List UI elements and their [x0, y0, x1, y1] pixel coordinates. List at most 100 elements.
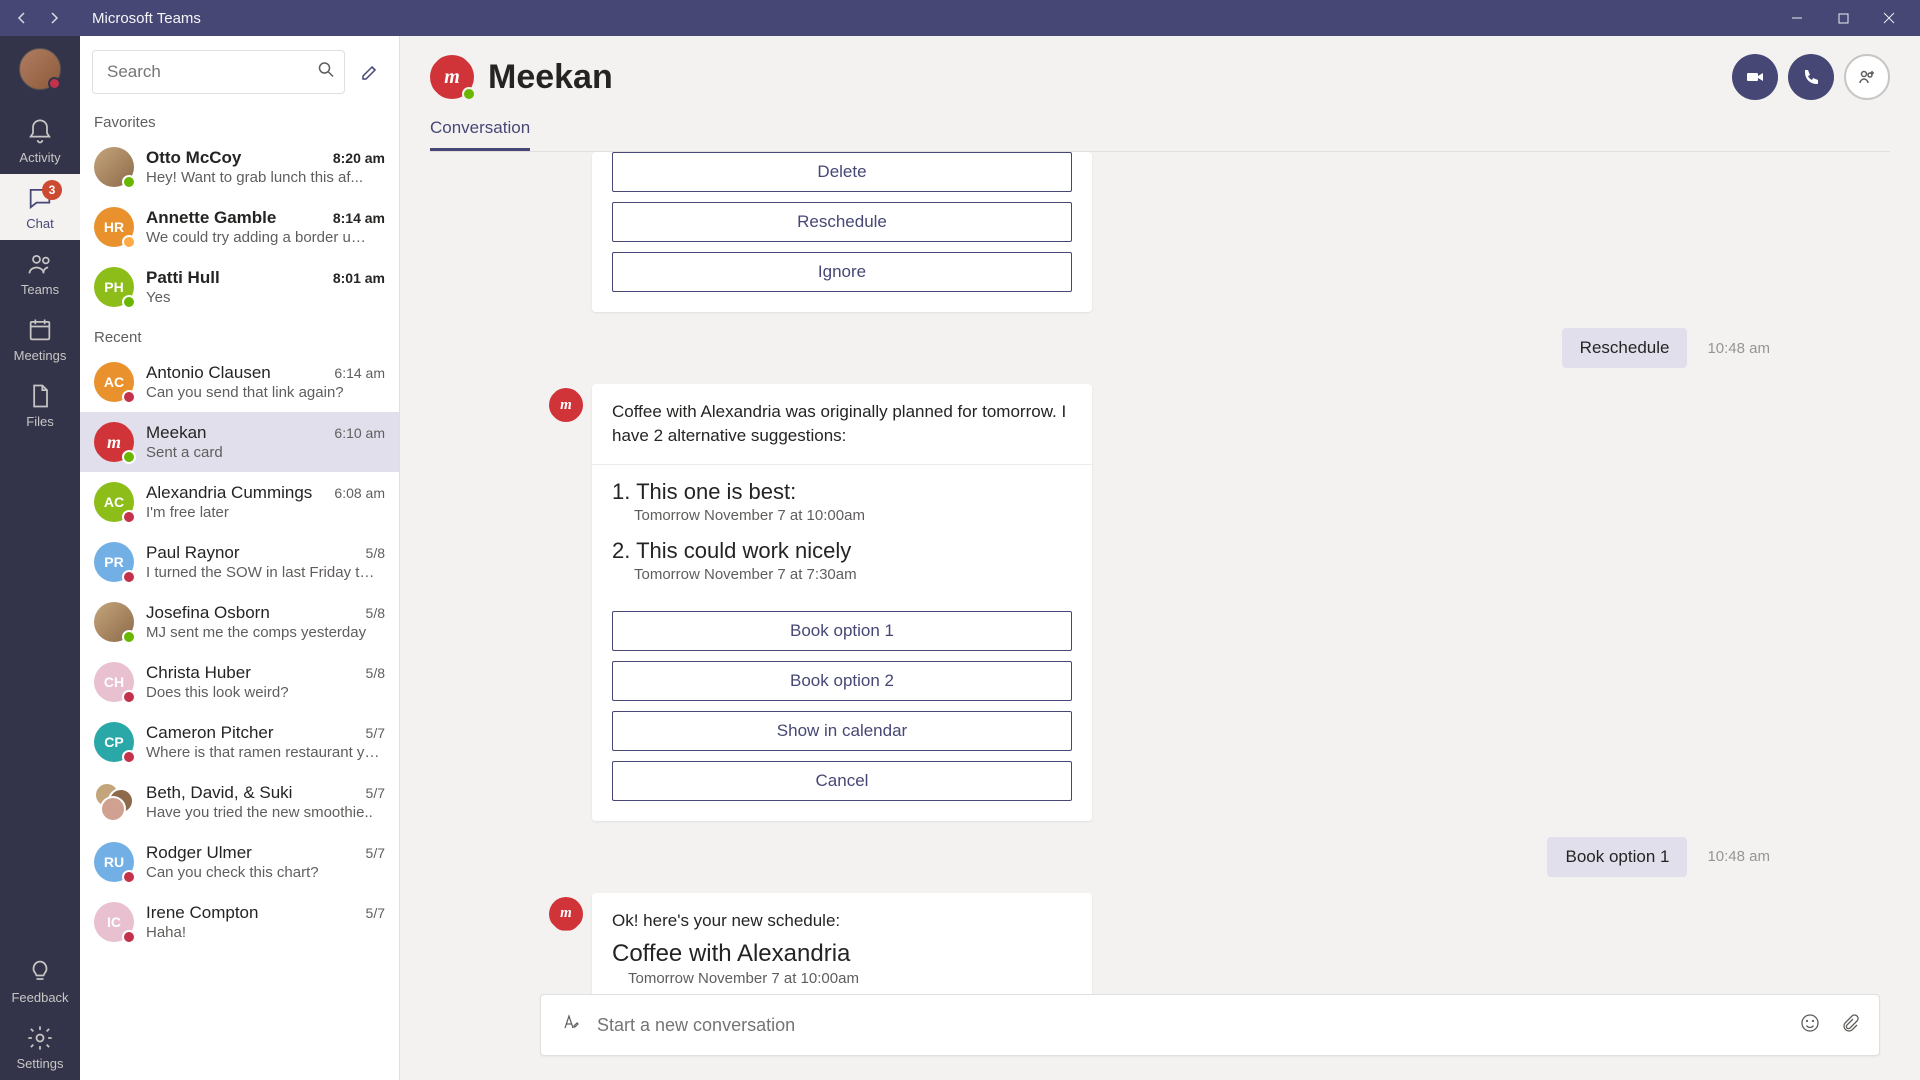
rail-label: Chat [26, 216, 53, 231]
chat-list-item[interactable]: Beth, David, & Suki5/7Have you tried the… [80, 772, 399, 832]
reschedule-button[interactable]: Reschedule [612, 202, 1072, 242]
gear-icon [26, 1024, 54, 1052]
chat-preview: Can you check this chart? [146, 864, 385, 881]
paperclip-icon [1839, 1012, 1861, 1034]
bot-card-suggestions: Coffee with Alexandria was originally pl… [592, 384, 1092, 821]
me-avatar[interactable] [19, 48, 61, 90]
rail-label: Feedback [11, 990, 68, 1005]
reply-text: Reschedule [1562, 328, 1688, 368]
chat-time: 8:01 am [333, 270, 385, 286]
show-in-calendar-button[interactable]: Show in calendar [612, 711, 1072, 751]
chat-name: Christa Huber [146, 663, 251, 683]
chat-list-item[interactable]: PHPatti Hull8:01 amYes [80, 257, 399, 317]
rail-files[interactable]: Files [0, 372, 80, 438]
avatar: PR [94, 542, 134, 582]
rail-activity[interactable]: Activity [0, 108, 80, 174]
cancel-button[interactable]: Cancel [612, 761, 1072, 801]
chat-name: Beth, David, & Suki [146, 783, 292, 803]
rail-chat[interactable]: 3 Chat [0, 174, 80, 240]
chat-list-item[interactable]: CHChrista Huber5/8Does this look weird? [80, 652, 399, 712]
reply-time: 10:48 am [1707, 340, 1770, 357]
chat-name: Josefina Osborn [146, 603, 270, 623]
option-2-time: Tomorrow November 7 at 7:30am [612, 566, 1072, 583]
book-option-1-button[interactable]: Book option 1 [612, 611, 1072, 651]
window-maximize[interactable] [1820, 0, 1866, 36]
recent-label: Recent [80, 317, 399, 352]
window-close[interactable] [1866, 0, 1912, 36]
chat-time: 5/8 [366, 665, 385, 681]
chat-list-item[interactable]: CPCameron Pitcher5/7Where is that ramen … [80, 712, 399, 772]
add-people-button[interactable] [1844, 54, 1890, 100]
nav-back[interactable] [8, 4, 36, 32]
app-title: Microsoft Teams [92, 10, 201, 27]
format-button[interactable] [559, 1012, 581, 1039]
emoji-icon [1799, 1012, 1821, 1034]
bell-icon [26, 118, 54, 146]
nav-forward[interactable] [40, 4, 68, 32]
option-1-title: 1. This one is best: [612, 479, 1072, 505]
chat-list-item[interactable]: ACAntonio Clausen6:14 amCan you send tha… [80, 352, 399, 412]
conversation-panel: m Meekan Conversation Dele [400, 36, 1920, 1080]
chat-preview: Haha! [146, 924, 385, 941]
titlebar: Microsoft Teams [0, 0, 1920, 36]
window-minimize[interactable] [1774, 0, 1820, 36]
chat-preview: Hey! Want to grab lunch this af... [146, 169, 385, 186]
format-icon [559, 1012, 581, 1034]
chat-list-item[interactable]: HRAnnette Gamble8:14 amWe could try addi… [80, 197, 399, 257]
chat-name: Paul Raynor [146, 543, 240, 563]
delete-button[interactable]: Delete [612, 152, 1072, 192]
ignore-button[interactable]: Ignore [612, 252, 1072, 292]
avatar: PH [94, 267, 134, 307]
teams-icon [26, 250, 54, 278]
chat-name: Annette Gamble [146, 208, 276, 228]
chat-preview: Have you tried the new smoothie.. [146, 804, 385, 821]
chat-name: Otto McCoy [146, 148, 241, 168]
rail-meetings[interactable]: Meetings [0, 306, 80, 372]
chat-list-item[interactable]: mMeekan6:10 amSent a card [80, 412, 399, 472]
avatar [94, 147, 134, 187]
tab-conversation[interactable]: Conversation [430, 110, 530, 151]
chat-preview: Sent a card [146, 444, 385, 461]
chat-preview: Where is that ramen restaurant yo… [146, 744, 385, 761]
chat-list-panel: Favorites Otto McCoy8:20 amHey! Want to … [80, 36, 400, 1080]
avatar: AC [94, 482, 134, 522]
rail-settings[interactable]: Settings [0, 1014, 80, 1080]
emoji-button[interactable] [1799, 1012, 1821, 1039]
chat-name: Antonio Clausen [146, 363, 271, 383]
video-call-button[interactable] [1732, 54, 1778, 100]
chat-name: Meekan [146, 423, 206, 443]
favorites-label: Favorites [80, 102, 399, 137]
compose-button[interactable] [353, 55, 387, 89]
chat-list-item[interactable]: Josefina Osborn5/8MJ sent me the comps y… [80, 592, 399, 652]
chat-time: 6:10 am [334, 425, 385, 441]
chat-list-item[interactable]: PRPaul Raynor5/8I turned the SOW in last… [80, 532, 399, 592]
chat-list-item[interactable]: RURodger Ulmer5/7Can you check this char… [80, 832, 399, 892]
calendar-icon [26, 316, 54, 344]
rail-label: Meetings [14, 348, 67, 363]
chat-preview: I turned the SOW in last Friday t… [146, 564, 385, 581]
app-rail: Activity 3 Chat Teams Meetings Files Fee… [0, 36, 80, 1080]
schedule-time: Tomorrow November 7 at 10:00am [592, 970, 1092, 994]
composer-input[interactable] [597, 1015, 1783, 1036]
chat-list-item[interactable]: ICIrene Compton5/7Haha! [80, 892, 399, 952]
chat-preview: I'm free later [146, 504, 385, 521]
lightbulb-icon [26, 958, 54, 986]
chat-preview: Yes [146, 289, 385, 306]
rail-feedback[interactable]: Feedback [0, 948, 80, 1014]
avatar: AC [94, 362, 134, 402]
chat-list-item[interactable]: Otto McCoy8:20 amHey! Want to grab lunch… [80, 137, 399, 197]
reply-text: Book option 1 [1547, 837, 1687, 877]
chat-list-item[interactable]: ACAlexandria Cummings6:08 amI'm free lat… [80, 472, 399, 532]
rail-label: Settings [17, 1056, 64, 1071]
rail-label: Activity [19, 150, 60, 165]
chat-name: Rodger Ulmer [146, 843, 252, 863]
attach-button[interactable] [1839, 1012, 1861, 1039]
book-option-2-button[interactable]: Book option 2 [612, 661, 1072, 701]
rail-teams[interactable]: Teams [0, 240, 80, 306]
conversation-scroll[interactable]: Delete Reschedule Ignore Reschedule 10:4… [400, 152, 1920, 994]
option-1-time: Tomorrow November 7 at 10:00am [612, 507, 1072, 524]
chat-name: Irene Compton [146, 903, 258, 923]
audio-call-button[interactable] [1788, 54, 1834, 100]
rail-label: Files [26, 414, 53, 429]
search-input[interactable] [92, 50, 345, 94]
